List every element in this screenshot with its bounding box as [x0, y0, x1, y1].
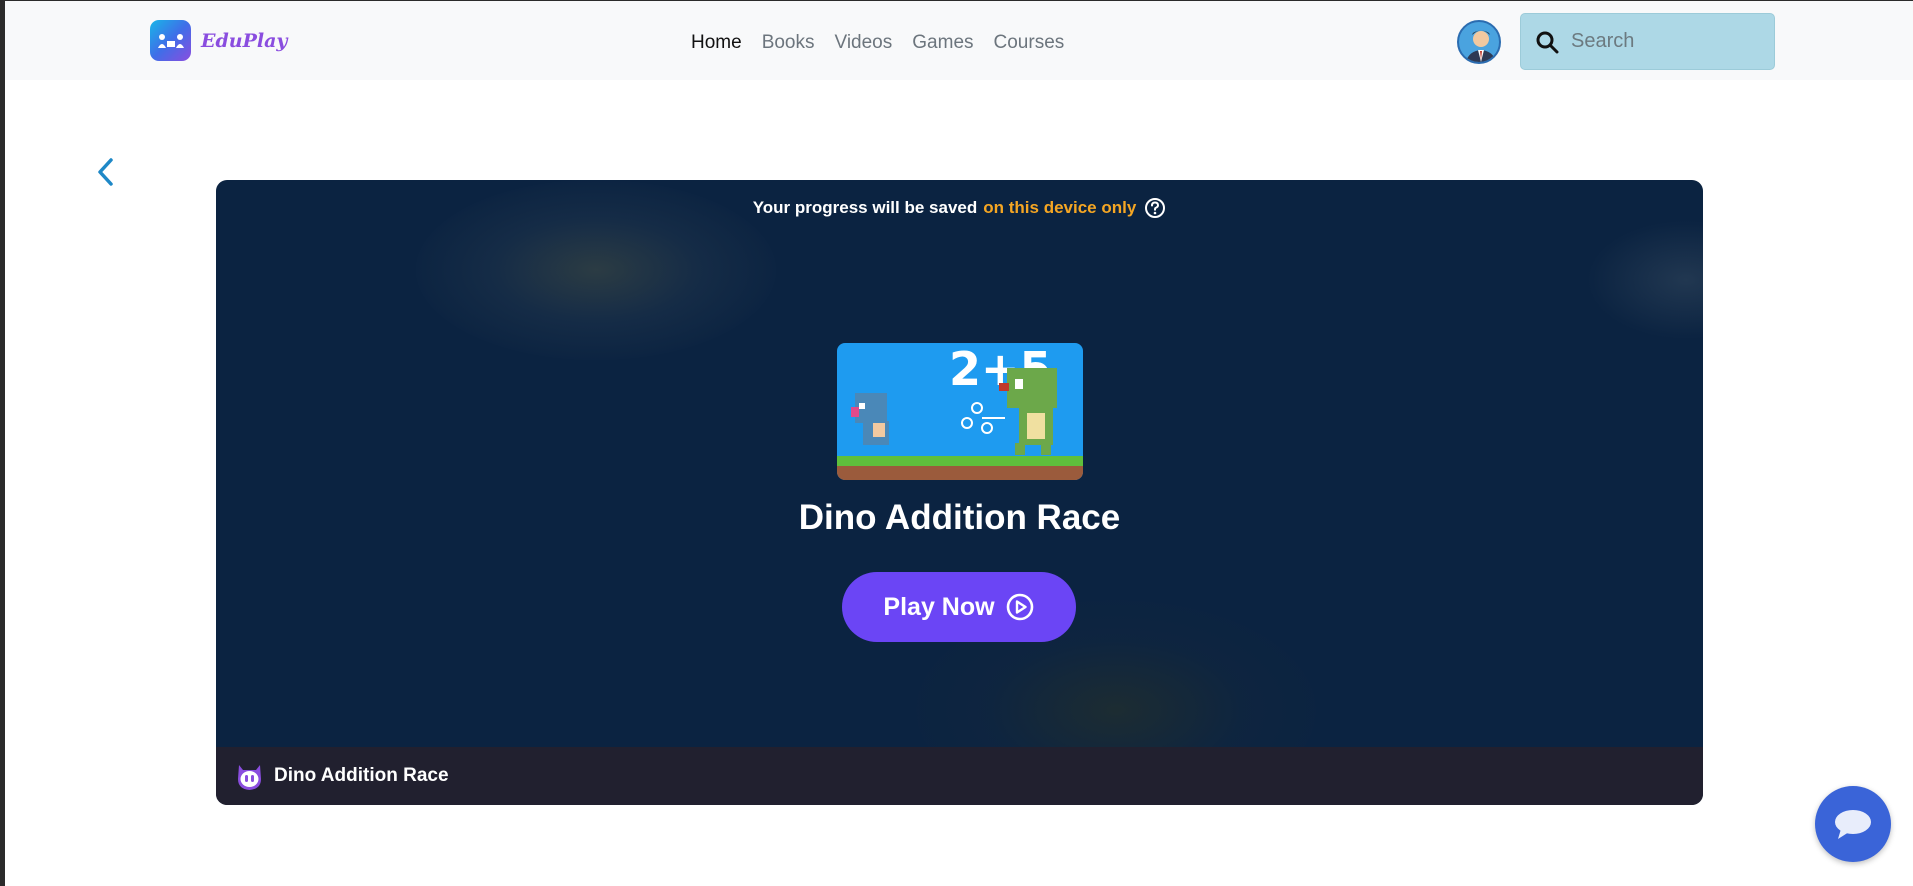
game-thumbnail: 2+5 [837, 343, 1083, 480]
user-avatar-icon[interactable] [1457, 20, 1501, 64]
brand-logo-icon [150, 20, 191, 61]
search-box[interactable] [1520, 13, 1775, 70]
game-title: Dino Addition Race [798, 498, 1121, 537]
nav-home[interactable]: Home [691, 32, 742, 54]
play-circle-icon [1006, 593, 1033, 621]
help-circle-icon[interactable] [1144, 197, 1166, 219]
game-card-footer: Dino Addition Race [216, 747, 1703, 805]
brand-name: EduPlay [201, 29, 288, 52]
top-navbar: EduPlay Home Books Videos Games Courses [5, 1, 1913, 80]
mascot-icon [238, 764, 261, 790]
progress-note-highlight: on this device only [983, 198, 1137, 217]
search-icon [1536, 31, 1559, 53]
play-now-label: Play Now [883, 592, 995, 621]
main-nav: Home Books Videos Games Courses [691, 32, 1064, 54]
chat-bubble-icon [1835, 810, 1871, 839]
progress-note-text: Your progress will be saved [752, 198, 978, 217]
back-chevron-icon[interactable] [92, 154, 122, 190]
footer-game-title: Dino Addition Race [274, 765, 449, 786]
nav-books[interactable]: Books [762, 32, 815, 54]
brand[interactable]: EduPlay [150, 20, 287, 61]
game-card: Your progress will be saved on this devi… [216, 180, 1703, 805]
background-blur [1586, 220, 1703, 340]
play-now-button[interactable]: Play Now [842, 572, 1076, 642]
search-input[interactable] [1571, 30, 1751, 53]
chat-bubble-button[interactable] [1815, 786, 1891, 862]
nav-courses[interactable]: Courses [994, 32, 1065, 54]
nav-videos[interactable]: Videos [835, 32, 893, 54]
progress-note: Your progress will be saved on this devi… [216, 197, 1703, 219]
nav-games[interactable]: Games [912, 32, 973, 54]
